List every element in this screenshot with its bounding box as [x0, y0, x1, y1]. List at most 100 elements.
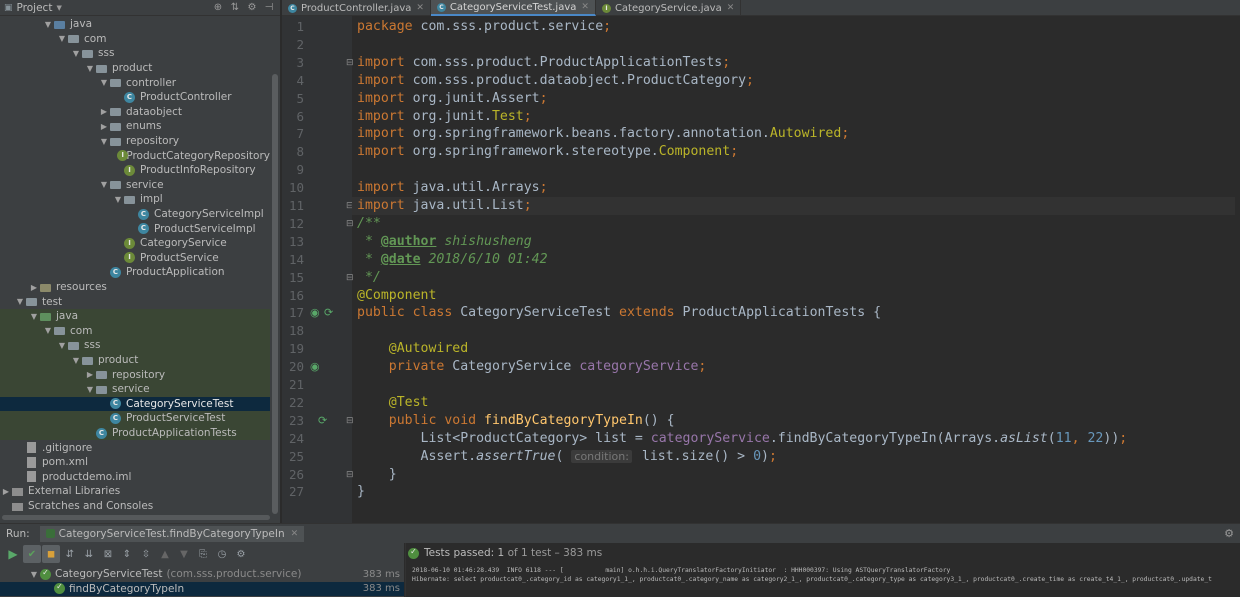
test-result-item[interactable]: ▼ CategoryServiceTest(com.sss.product.ser…: [0, 567, 404, 582]
close-icon[interactable]: ✕: [291, 529, 299, 539]
project-vertical-scrollbar[interactable]: [272, 74, 278, 514]
editor-tab[interactable]: CategoryServiceTest.java ✕: [430, 0, 596, 16]
project-tree-item[interactable]: pom.xml: [0, 455, 270, 470]
project-tree-item[interactable]: CategoryServiceTest: [0, 396, 270, 412]
project-tree-item[interactable]: productdemo.iml: [0, 470, 270, 485]
target-icon[interactable]: ⊕: [211, 2, 225, 13]
test-duration: 383 ms: [362, 583, 400, 595]
chevron-down-icon[interactable]: ▼: [70, 356, 82, 365]
project-tree-item[interactable]: ▼ sss: [0, 46, 270, 61]
fold-marker-icon[interactable]: ⊟: [346, 219, 354, 229]
collapse-all-icon[interactable]: ⇳: [137, 545, 155, 563]
project-tree-item[interactable]: CategoryServiceImpl: [0, 207, 270, 222]
project-tree-item[interactable]: ▼ com: [0, 32, 270, 47]
chevron-right-icon[interactable]: ▶: [0, 487, 12, 496]
chevron-down-icon[interactable]: ▼: [84, 385, 96, 394]
close-icon[interactable]: ✕: [416, 3, 424, 13]
project-tree-item[interactable]: .gitignore: [0, 440, 270, 455]
project-tree-item[interactable]: ▼ service: [0, 382, 270, 397]
chevron-down-icon[interactable]: ▼: [98, 180, 110, 189]
chevron-down-icon[interactable]: ▼: [42, 326, 54, 335]
run-test-class-icon[interactable]: ◉: [310, 306, 320, 319]
editor-tab[interactable]: ProductController.java ✕: [282, 0, 431, 16]
run-test-method-icon[interactable]: ⟳: [318, 414, 327, 427]
chevron-right-icon[interactable]: ▶: [28, 283, 40, 292]
project-tree-item[interactable]: ▼ java: [0, 17, 270, 32]
chevron-right-icon[interactable]: ▶: [98, 107, 110, 116]
chevron-down-icon[interactable]: ▼: [56, 341, 68, 350]
project-tree-item[interactable]: ▼ product: [0, 352, 270, 368]
chevron-right-icon[interactable]: ▶: [84, 370, 96, 379]
test-result-item[interactable]: findByCategoryTypeIn 383 ms: [0, 581, 404, 597]
chevron-down-icon[interactable]: ▼: [98, 78, 110, 87]
previous-failed-icon[interactable]: ▲: [156, 545, 174, 563]
project-tree-item[interactable]: ProductApplication: [0, 265, 270, 280]
project-tree-item[interactable]: ▼ test: [0, 294, 270, 309]
chevron-down-icon[interactable]: ▼: [56, 4, 61, 12]
line-number: 14: [288, 251, 304, 267]
project-tree-item[interactable]: ProductServiceImpl: [0, 221, 270, 236]
expand-all-icon[interactable]: ⇕: [118, 545, 136, 563]
project-tree-item[interactable]: ProductService: [0, 251, 270, 266]
project-tree-item[interactable]: ▼ product: [0, 61, 270, 76]
project-horizontal-scrollbar[interactable]: [2, 515, 270, 520]
show-passed-icon[interactable]: ✔: [23, 545, 41, 563]
project-tree-item[interactable]: ▼ impl: [0, 192, 270, 207]
project-tree-item[interactable]: ProductController: [0, 90, 270, 105]
project-tree-item[interactable]: ▶ repository: [0, 367, 270, 382]
project-tree-item[interactable]: Scratches and Consoles: [0, 499, 270, 514]
import-tests-icon[interactable]: ⊠: [99, 545, 117, 563]
chevron-right-icon[interactable]: ▶: [98, 122, 110, 131]
sort-alphabetically-icon[interactable]: ⇵: [61, 545, 79, 563]
chevron-down-icon[interactable]: ▼: [42, 20, 54, 29]
editor-tab[interactable]: CategoryService.java ✕: [596, 0, 742, 16]
fold-marker-icon[interactable]: ⊟: [346, 470, 354, 480]
project-tree-item[interactable]: ▼ controller: [0, 75, 270, 90]
implements-icon[interactable]: ⟳: [324, 306, 333, 319]
code-editor[interactable]: 1 2 3 4 5 6 7 8 9 10 11 12 13 14 15 16 17 18 19 20 21 22 23 24 2…: [282, 16, 1240, 523]
project-view-selector[interactable]: Project: [17, 2, 53, 14]
test-console[interactable]: Tests passed: 1 of 1 test – 383 ms 2018-…: [405, 543, 1240, 597]
run-config-tab[interactable]: CategoryServiceTest.findByCategoryTypeIn…: [39, 525, 305, 542]
show-ignored-icon[interactable]: ◼: [42, 545, 60, 563]
collapse-all-icon[interactable]: ⇅: [228, 2, 242, 13]
fold-marker-icon[interactable]: ⊟: [346, 273, 354, 283]
rerun-icon[interactable]: ▶: [4, 545, 22, 563]
chevron-down-icon[interactable]: ▼: [56, 34, 68, 43]
settings-icon[interactable]: ⚙: [232, 545, 250, 563]
gear-icon[interactable]: ⚙: [1224, 527, 1234, 540]
project-tree-item[interactable]: ▼ sss: [0, 338, 270, 353]
project-tree-item[interactable]: ProductApplicationTests: [0, 425, 270, 441]
close-icon[interactable]: ✕: [727, 3, 735, 13]
project-tree-item[interactable]: ▶ resources: [0, 280, 270, 295]
chevron-down-icon[interactable]: ▼: [98, 137, 110, 146]
export-results-icon[interactable]: ⎘: [194, 545, 212, 563]
project-tree-item[interactable]: ProductServiceTest: [0, 411, 270, 426]
code-token: import: [357, 144, 413, 160]
project-tree-item[interactable]: ▶ enums: [0, 119, 270, 134]
fold-marker-icon[interactable]: ⊟: [346, 416, 354, 426]
hide-panel-icon[interactable]: ⊣: [262, 2, 276, 13]
chevron-down-icon[interactable]: ▼: [28, 570, 40, 579]
close-icon[interactable]: ✕: [581, 2, 589, 12]
sort-by-duration-icon[interactable]: ⇊: [80, 545, 98, 563]
fold-marker-icon[interactable]: ⊟: [346, 58, 354, 68]
project-tree-item[interactable]: ▼ repository: [0, 134, 270, 149]
chevron-down-icon[interactable]: ▼: [112, 195, 124, 204]
chevron-down-icon[interactable]: ▼: [28, 312, 40, 321]
project-tree-item[interactable]: ProductCategoryRepository: [0, 148, 270, 163]
test-history-icon[interactable]: ◷: [213, 545, 231, 563]
chevron-down-icon[interactable]: ▼: [14, 297, 26, 306]
chevron-down-icon[interactable]: ▼: [84, 64, 96, 73]
navigate-bean-icon[interactable]: ◉: [310, 360, 320, 373]
project-tree-item[interactable]: ProductInfoRepository: [0, 163, 270, 178]
chevron-down-icon[interactable]: ▼: [70, 49, 82, 58]
project-tree-item[interactable]: ▼ com: [0, 323, 270, 339]
project-tree-item[interactable]: ▼ service: [0, 178, 270, 193]
next-failed-icon[interactable]: ▼: [175, 545, 193, 563]
project-tree-item[interactable]: ▶ External Libraries: [0, 484, 270, 499]
project-tree-item[interactable]: ▶ dataobject: [0, 105, 270, 120]
project-tree-item[interactable]: ▼ java: [0, 309, 270, 324]
project-tree-item[interactable]: CategoryService: [0, 236, 270, 251]
gear-icon[interactable]: ⚙: [245, 2, 259, 13]
